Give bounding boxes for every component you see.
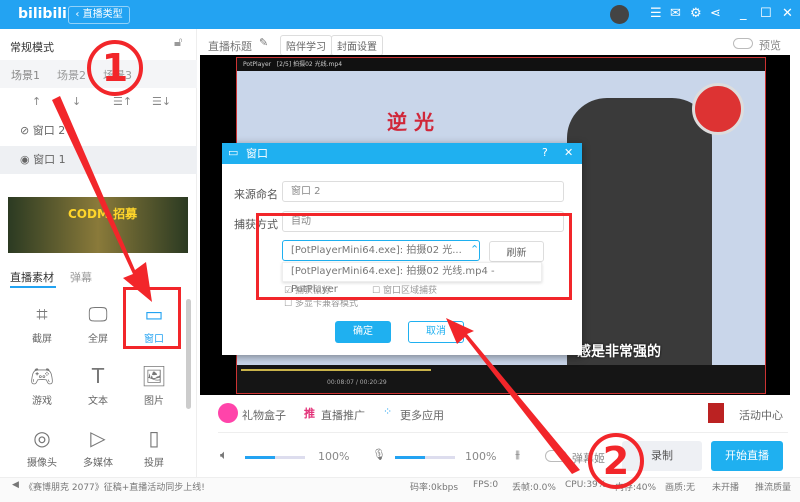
arrow-one (52, 96, 152, 302)
arrow-two (446, 318, 580, 474)
annotation-arrows (52, 96, 580, 474)
